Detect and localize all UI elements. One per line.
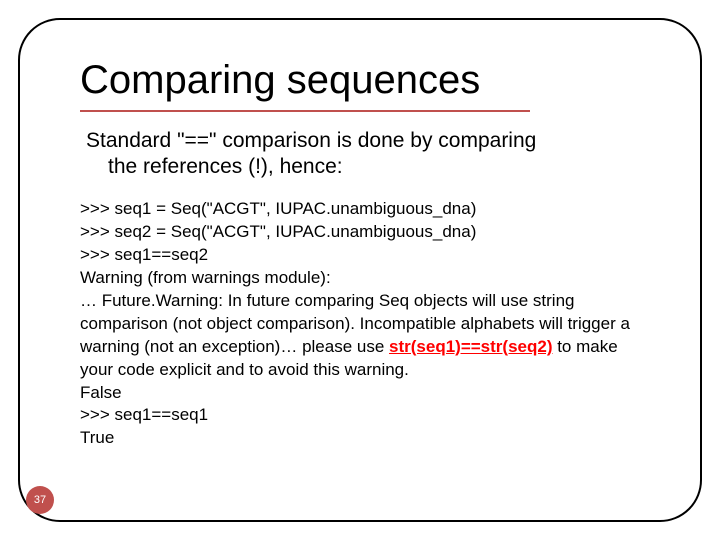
page-number-badge: 37 (26, 486, 54, 514)
code-line: >>> seq1==seq2 (80, 244, 652, 267)
slide-title: Comparing sequences (80, 58, 480, 103)
subtitle-line-2: the references (!), hence: (86, 154, 646, 180)
code-line: True (80, 427, 652, 450)
code-line: Warning (from warnings module): (80, 267, 652, 290)
slide-subtitle: Standard "==" comparison is done by comp… (86, 128, 646, 181)
code-line: >>> seq1 = Seq("ACGT", IUPAC.unambiguous… (80, 198, 652, 221)
code-line: >>> seq2 = Seq("ACGT", IUPAC.unambiguous… (80, 221, 652, 244)
code-emphasis: str(seq1)==str(seq2) (389, 337, 552, 356)
title-underline (80, 110, 530, 112)
code-block: >>> seq1 = Seq("ACGT", IUPAC.unambiguous… (80, 198, 652, 450)
code-line: >>> seq1==seq1 (80, 404, 652, 427)
code-line: False (80, 382, 652, 405)
code-warning-line: … Future.Warning: In future comparing Se… (80, 290, 652, 382)
page-number: 37 (34, 494, 46, 506)
slide: Comparing sequences Standard "==" compar… (0, 0, 720, 540)
subtitle-line-1: Standard "==" comparison is done by comp… (86, 129, 536, 152)
